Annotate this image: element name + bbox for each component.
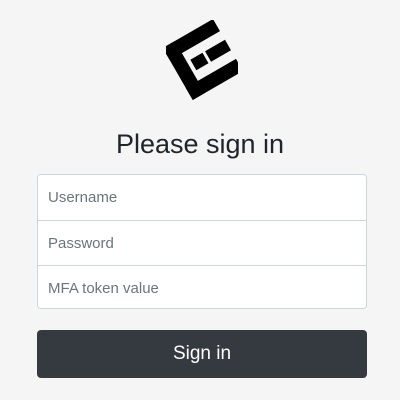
username-input[interactable] [38, 175, 366, 220]
brand-logo-icon [166, 20, 238, 100]
sign-in-button[interactable]: Sign in [37, 330, 367, 378]
login-form [37, 174, 367, 309]
page-title: Please sign in [115, 129, 285, 159]
mfa-token-input[interactable] [38, 265, 366, 308]
login-page: Please sign in Sign in [0, 0, 400, 400]
password-input[interactable] [38, 220, 366, 265]
